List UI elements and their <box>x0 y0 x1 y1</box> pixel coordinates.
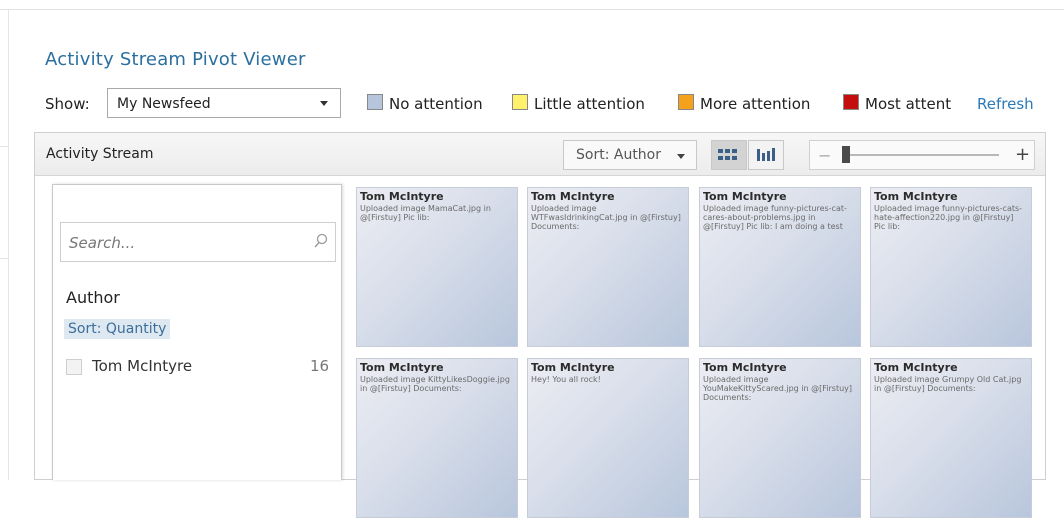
card-message: Uploaded image WTFwasIdrinkingCat.jpg in… <box>531 204 681 231</box>
facet-item-count: 16 <box>310 357 330 375</box>
page-title: Activity Stream Pivot Viewer <box>45 49 306 70</box>
card-author: Tom McIntyre <box>703 190 787 203</box>
legend-label-more-attention: More attention <box>700 95 811 113</box>
facet-title-author[interactable]: Author <box>66 288 120 307</box>
chevron-down-icon <box>320 101 328 106</box>
card-author: Tom McIntyre <box>874 190 958 203</box>
card-author: Tom McIntyre <box>703 361 787 374</box>
zoom-out-icon[interactable]: − <box>818 146 831 165</box>
refresh-link[interactable]: Refresh <box>977 95 1034 113</box>
legend-label-little-attention: Little attention <box>534 95 645 113</box>
grid-view-icon <box>718 149 737 160</box>
card-author: Tom McIntyre <box>360 190 444 203</box>
sort-author-button[interactable]: Sort: Author <box>563 140 697 170</box>
top-divider <box>0 0 1064 10</box>
activity-card[interactable]: Tom McIntyre Uploaded image KittyLikesDo… <box>356 358 518 518</box>
legend-label-most-attention: Most attent <box>865 95 952 113</box>
card-message: Hey! You all rock! <box>531 375 601 384</box>
activity-card[interactable]: Tom McIntyre Uploaded image Grumpy Old C… <box>870 358 1032 518</box>
facet-item-label: Tom McIntyre <box>92 357 193 375</box>
card-author: Tom McIntyre <box>874 361 958 374</box>
activity-card[interactable]: Tom McIntyre Uploaded image MamaCat.jpg … <box>356 187 518 347</box>
chevron-down-icon <box>677 154 685 159</box>
activity-card[interactable]: Tom McIntyre Hey! You all rock! <box>527 358 689 518</box>
sort-author-label: Sort: Author <box>576 147 661 163</box>
facet-sort-quantity[interactable]: Sort: Quantity <box>64 319 171 339</box>
activity-card[interactable]: Tom McIntyre Uploaded image YouMakeKitty… <box>699 358 861 518</box>
card-author: Tom McIntyre <box>531 361 615 374</box>
facet-checkbox[interactable] <box>66 359 82 375</box>
show-label: Show: <box>45 95 90 113</box>
left-divider-tick <box>0 258 9 259</box>
legend-swatch-more-attention <box>678 94 694 110</box>
left-divider-tick <box>0 146 9 147</box>
search-field[interactable] <box>60 222 336 262</box>
facet-item-tom-mcintyre[interactable]: Tom McIntyre 16 <box>64 355 334 381</box>
newsfeed-select-value: My Newsfeed <box>117 96 211 112</box>
newsfeed-select[interactable]: My Newsfeed <box>107 88 341 118</box>
activity-card[interactable]: Tom McIntyre Uploaded image funny-pictur… <box>870 187 1032 347</box>
card-message: Uploaded image Grumpy Old Cat.jpg in @[F… <box>874 375 1022 393</box>
card-message: Uploaded image YouMakeKittyScared.jpg in… <box>703 375 853 402</box>
card-message: Uploaded image KittyLikesDoggie.jpg in @… <box>360 375 510 393</box>
legend-swatch-no-attention <box>367 94 383 110</box>
search-icon[interactable] <box>313 233 329 249</box>
zoom-thumb[interactable] <box>842 146 850 163</box>
search-input[interactable] <box>67 229 299 257</box>
card-message: Uploaded image funny-pictures-cats-hate-… <box>874 204 1023 231</box>
histogram-view-icon <box>757 148 775 161</box>
zoom-in-icon[interactable]: + <box>1015 144 1030 165</box>
card-author: Tom McIntyre <box>531 190 615 203</box>
legend-swatch-most-attention <box>843 94 859 110</box>
card-message: Uploaded image funny-pictures-cat-cares-… <box>703 204 847 231</box>
left-divider <box>8 10 9 480</box>
legend-label-no-attention: No attention <box>389 95 483 113</box>
histogram-view-button[interactable] <box>748 140 784 170</box>
activity-card[interactable]: Tom McIntyre Uploaded image funny-pictur… <box>699 187 861 347</box>
panel-title: Activity Stream <box>46 146 154 162</box>
zoom-slider[interactable]: − + <box>809 140 1035 170</box>
legend-swatch-little-attention <box>512 94 528 110</box>
card-message: Uploaded image MamaCat.jpg in @[Firstuy]… <box>360 204 491 222</box>
zoom-track[interactable] <box>846 154 999 156</box>
grid-view-button[interactable] <box>711 140 747 170</box>
activity-card[interactable]: Tom McIntyre Uploaded image WTFwasIdrink… <box>527 187 689 347</box>
card-author: Tom McIntyre <box>360 361 444 374</box>
